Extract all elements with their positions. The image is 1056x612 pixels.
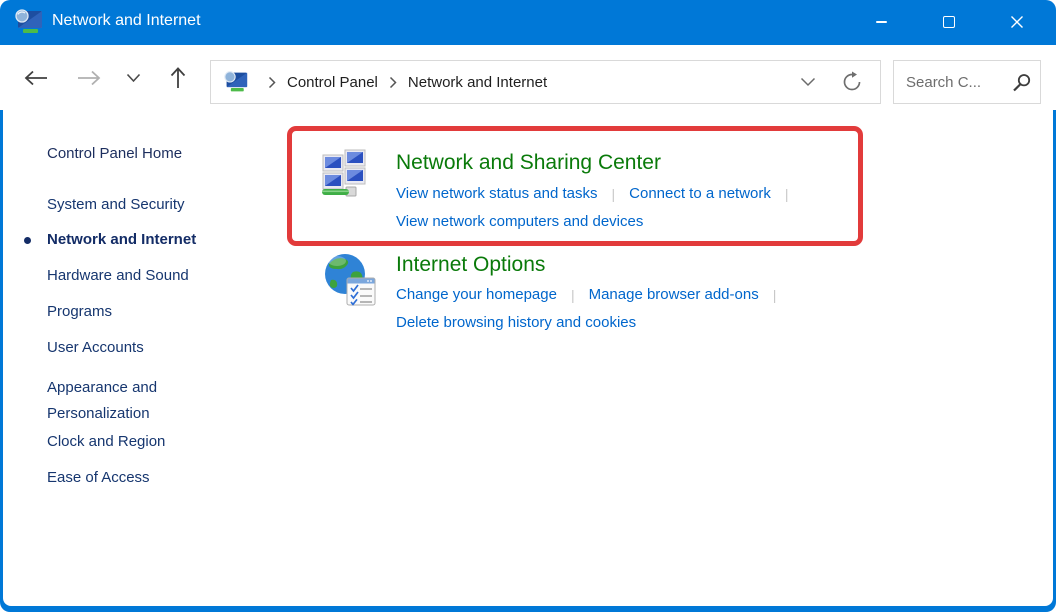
link-separator: | <box>785 186 789 202</box>
active-bullet-icon <box>24 237 31 244</box>
link-separator: | <box>571 287 575 303</box>
up-button[interactable] <box>160 61 196 95</box>
sidebar-item-ease-of-access[interactable]: Ease of Access <box>47 469 150 486</box>
link-change-homepage[interactable]: Change your homepage <box>396 286 557 303</box>
sidebar-item-user-accounts[interactable]: User Accounts <box>47 339 144 356</box>
nsc-links-row-2: View network computers and devices <box>396 213 643 230</box>
sidebar-item-appearance-and-personalization[interactable]: Appearance and Personalization <box>47 375 215 427</box>
back-icon <box>23 70 49 86</box>
link-separator: | <box>773 287 777 303</box>
link-view-network-computers[interactable]: View network computers and devices <box>396 213 643 230</box>
nsc-links-row-1: View network status and tasks | Connect … <box>396 185 789 202</box>
io-links-row-1: Change your homepage | Manage browser ad… <box>396 286 776 303</box>
sidebar-item-network-and-internet[interactable]: Network and Internet <box>47 231 196 248</box>
forward-button[interactable] <box>71 61 107 95</box>
maximize-icon <box>943 16 955 28</box>
toolbar: Control Panel Network and Internet <box>0 45 1056 110</box>
link-view-network-status[interactable]: View network status and tasks <box>396 185 598 202</box>
sidebar-item-label: Network and Internet <box>47 231 196 248</box>
breadcrumb-chevron-icon <box>389 76 397 89</box>
link-manage-addons[interactable]: Manage browser add-ons <box>589 286 759 303</box>
window-title: Network and Internet <box>52 12 201 30</box>
maximize-button[interactable] <box>926 4 972 40</box>
breadcrumb-chevron-icon <box>268 76 276 89</box>
internet-options-icon[interactable] <box>323 252 378 307</box>
back-button[interactable] <box>18 61 54 95</box>
address-dropdown-button[interactable] <box>786 62 830 102</box>
search-button[interactable] <box>1002 62 1040 102</box>
network-sharing-center-icon[interactable] <box>322 149 368 197</box>
sidebar-item-programs[interactable]: Programs <box>47 303 112 320</box>
refresh-icon <box>841 71 863 93</box>
sidebar-item-control-panel-home[interactable]: Control Panel Home <box>47 145 182 162</box>
breadcrumb-location-icon <box>223 70 249 94</box>
forward-icon <box>76 70 102 86</box>
sidebar-item-clock-and-region[interactable]: Clock and Region <box>47 433 165 450</box>
sidebar-item-hardware-and-sound[interactable]: Hardware and Sound <box>47 267 189 284</box>
titlebar: Network and Internet <box>0 0 1056 45</box>
search-input[interactable] <box>894 74 1002 91</box>
breadcrumb-network-and-internet[interactable]: Network and Internet <box>406 70 549 95</box>
search-icon <box>1012 73 1031 92</box>
address-bar[interactable]: Control Panel Network and Internet <box>210 60 881 104</box>
internet-options-title[interactable]: Internet Options <box>396 253 545 277</box>
minimize-icon <box>876 21 887 23</box>
breadcrumb-control-panel[interactable]: Control Panel <box>285 70 380 95</box>
screenshot-stage: Network and Internet <box>0 0 1056 612</box>
network-sharing-center-title[interactable]: Network and Sharing Center <box>396 151 661 175</box>
link-connect-to-network[interactable]: Connect to a network <box>629 185 771 202</box>
link-delete-browsing-history[interactable]: Delete browsing history and cookies <box>396 314 636 331</box>
refresh-button[interactable] <box>830 62 874 102</box>
network-internet-window-icon <box>14 8 44 36</box>
address-dropdown-icon <box>800 77 816 87</box>
up-icon <box>169 66 187 90</box>
link-separator: | <box>612 186 616 202</box>
recent-locations-button[interactable] <box>115 61 151 95</box>
app-window: Network and Internet <box>0 0 1056 612</box>
sidebar-item-system-and-security[interactable]: System and Security <box>47 196 185 213</box>
search-box <box>893 60 1041 104</box>
close-icon <box>1010 15 1024 29</box>
minimize-button[interactable] <box>858 4 904 40</box>
close-button[interactable] <box>994 4 1040 40</box>
io-links-row-2: Delete browsing history and cookies <box>396 314 636 331</box>
recent-locations-icon <box>126 73 141 83</box>
